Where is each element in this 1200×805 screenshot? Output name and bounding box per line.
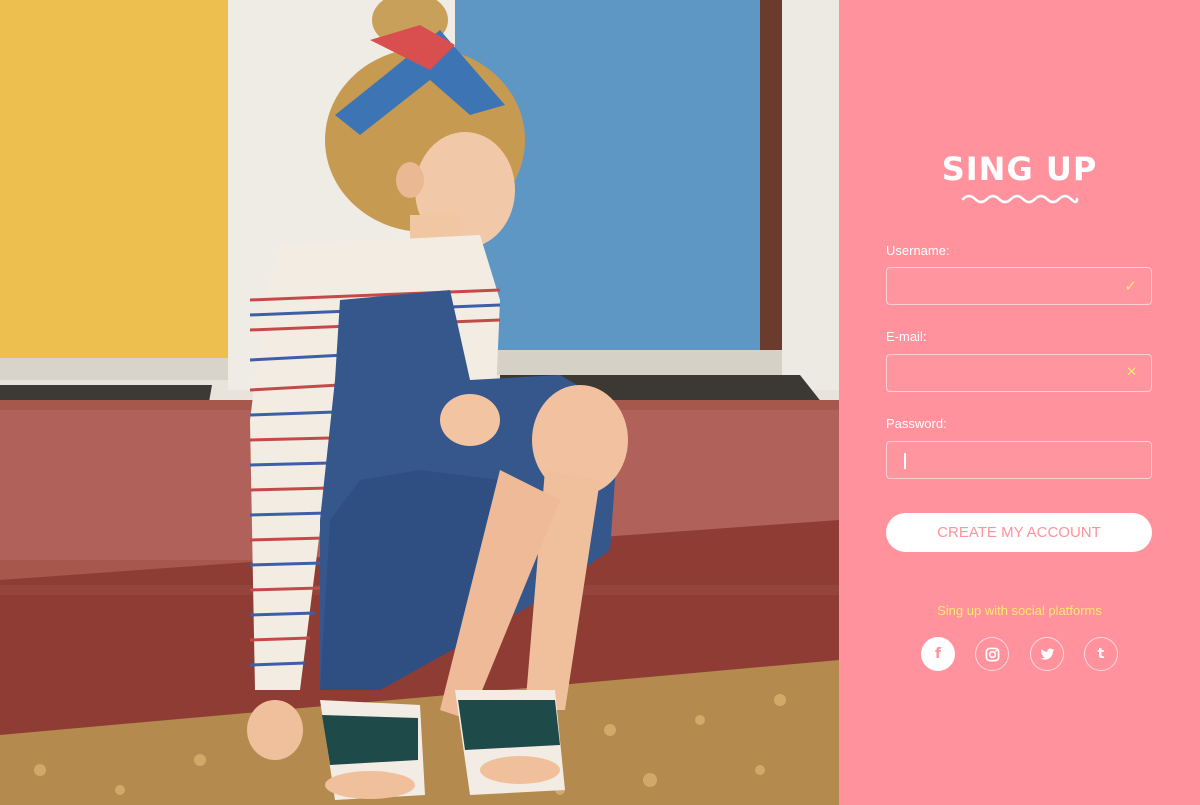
username-label: Username: xyxy=(886,243,950,258)
check-icon: ✓ xyxy=(1124,277,1137,295)
text-cursor xyxy=(904,453,906,469)
page-title: SING UP xyxy=(941,150,1098,188)
username-input[interactable] xyxy=(887,268,1151,304)
cross-icon: ✕ xyxy=(1126,365,1137,380)
username-field-wrapper: ✓ xyxy=(886,267,1152,305)
password-input[interactable] xyxy=(887,442,1151,478)
social-signup-text: Sing up with social platforms xyxy=(937,603,1102,618)
wave-divider-icon xyxy=(961,194,1079,204)
email-input[interactable] xyxy=(887,355,1151,391)
girl-on-step-illustration xyxy=(0,0,839,805)
tumblr-button[interactable]: t xyxy=(1084,637,1118,671)
hero-photo xyxy=(0,0,839,805)
email-field-wrapper: ✕ xyxy=(886,354,1152,392)
email-label: E-mail: xyxy=(886,329,927,344)
twitter-button[interactable] xyxy=(1030,637,1064,671)
create-account-button[interactable]: CREATE MY ACCOUNT xyxy=(886,513,1152,552)
facebook-icon: f xyxy=(934,646,942,662)
signup-panel: SING UP Username: ✓ E-mail: ✕ Password: … xyxy=(839,0,1200,805)
twitter-icon xyxy=(1040,648,1054,660)
facebook-button[interactable]: f xyxy=(921,637,955,671)
tumblr-icon: t xyxy=(1097,646,1105,662)
password-label: Password: xyxy=(886,416,947,431)
instagram-button[interactable] xyxy=(975,637,1009,671)
password-field-wrapper xyxy=(886,441,1152,479)
instagram-icon xyxy=(985,647,999,661)
